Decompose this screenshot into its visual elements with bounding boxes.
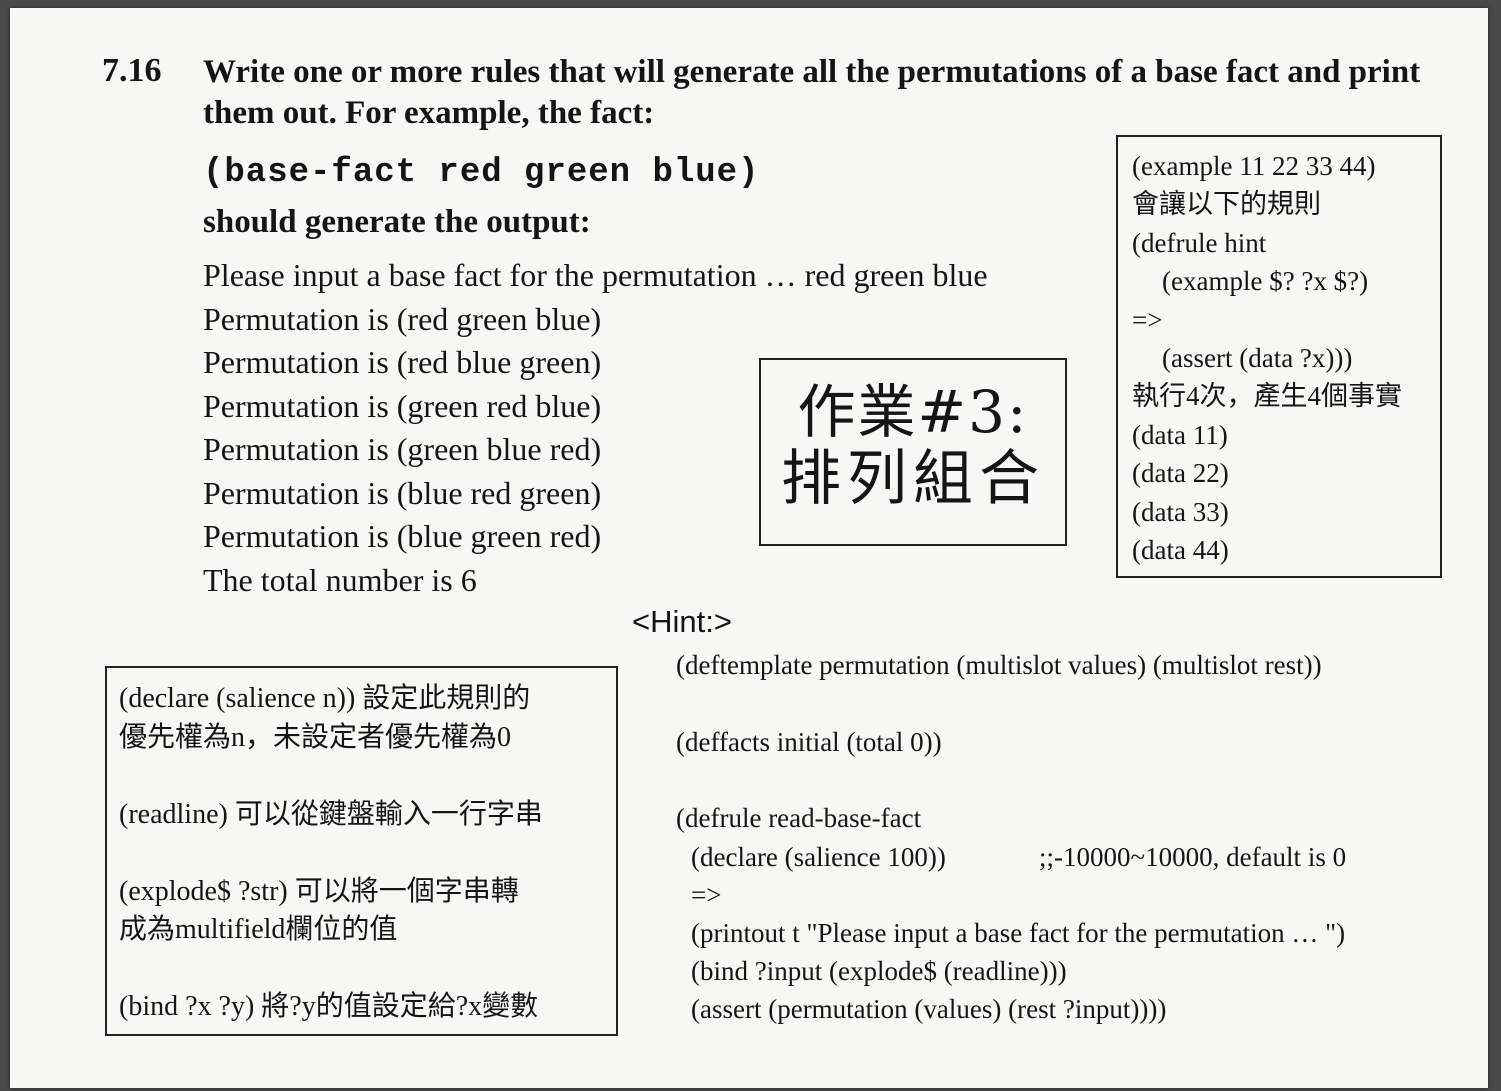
hint-label: <Hint:> — [632, 604, 732, 639]
note-explode-line: 成為multifield欄位的值 — [119, 914, 398, 945]
problem-statement-text: Write one or more rules that will genera… — [203, 54, 1421, 131]
output-intro: should generate the output: — [203, 204, 591, 240]
notes-box: (declare (salience n)) 設定此規則的 優先權為n，未設定者… — [105, 666, 618, 1036]
example-line: (defrule hint — [1132, 227, 1267, 258]
example-line: (data 22) — [1132, 458, 1229, 489]
output-line: Please input a base fact for the permuta… — [203, 257, 988, 293]
code-printout: (printout t "Please input a base fact fo… — [691, 918, 1346, 949]
example-line: (data 44) — [1132, 535, 1229, 566]
output-line: Permutation is (red green blue) — [203, 300, 602, 337]
note-declare-line: 優先權為n，未設定者優先權為0 — [119, 721, 512, 753]
example-line: => — [1132, 304, 1163, 335]
example-line: 執行4次，產生4個事實 — [1132, 381, 1402, 412]
document-page: 7.16 Write one or more rules that will g… — [10, 8, 1488, 1088]
code-defrule: (defrule read-base-fact — [676, 803, 922, 834]
problem-number: 7.16 — [102, 52, 162, 89]
note-spacer — [119, 834, 616, 873]
code-comment: ;;-10000~10000, default is 0 — [1039, 841, 1347, 872]
code-declare-row: (declare (salience 100)) ;;-10000~10000,… — [676, 838, 1347, 876]
homework-title-box: 作業#3: 排列組合 — [759, 358, 1067, 546]
note-spacer — [119, 950, 616, 989]
code-spacer — [676, 684, 1345, 723]
example-line: 會讓以下的規則 — [1132, 189, 1321, 220]
code-declare: (declare (salience 100)) — [691, 841, 946, 872]
code-bind: (bind ?input (explode$ (readline))) — [691, 956, 1067, 987]
code-deffacts: (deffacts initial (total 0)) — [676, 726, 942, 757]
code-assert: (assert (permutation (values) (rest ?inp… — [691, 994, 1167, 1025]
example-line: (example 11 22 33 44) — [1132, 151, 1376, 181]
code-deftemplate: (deftemplate permutation (multislot valu… — [676, 650, 1322, 680]
note-explode-line: (explode$ ?str) 可以將一個字串轉 — [119, 875, 519, 907]
homework-title: 作業#3: — [797, 378, 1029, 446]
example-box: (example 11 22 33 44) 會讓以下的規則 (defrule h… — [1116, 135, 1442, 578]
base-fact-code: (base-fact red green blue) — [203, 154, 760, 192]
example-line: (data 11) — [1132, 419, 1228, 450]
hint-code-block: (deftemplate permutation (multislot valu… — [676, 646, 1347, 1029]
note-bind: (bind ?x ?y) 將?y的值設定給?x變數 — [119, 991, 539, 1022]
code-spacer — [676, 761, 1345, 800]
homework-subtitle: 排列組合 — [781, 444, 1045, 514]
output-line: The total number is 6 — [203, 561, 477, 598]
problem-statement: Write one or more rules that will genera… — [203, 52, 1443, 134]
note-declare-line: (declare (salience n)) 設定此規則的 — [119, 683, 531, 714]
note-spacer — [119, 757, 616, 796]
example-line: (example $? ?x $?) — [1162, 266, 1369, 297]
example-line: (data 33) — [1132, 496, 1229, 527]
example-line: (assert (data ?x))) — [1162, 343, 1353, 374]
code-arrow: => — [691, 879, 722, 910]
note-readline: (readline) 可以從鍵盤輸入一行字串 — [119, 798, 543, 830]
